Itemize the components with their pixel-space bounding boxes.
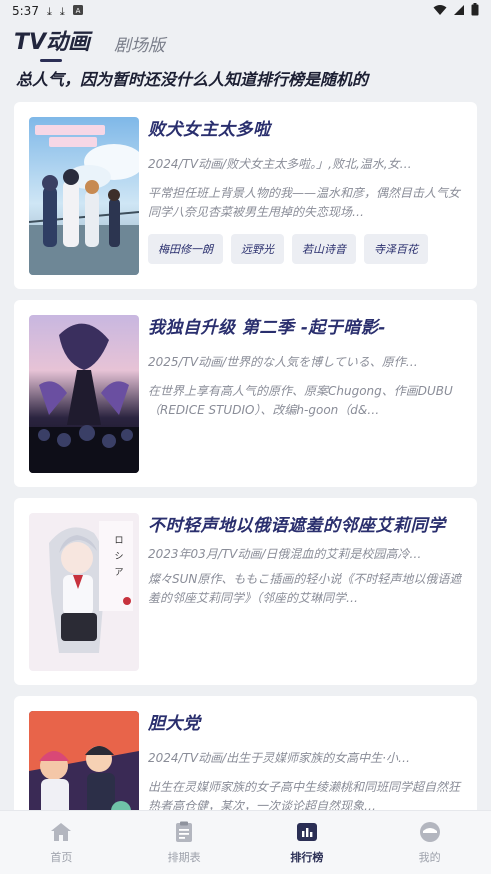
ranking-notice: 总人气，因为暂时还没什么人知道排行榜是随机的 bbox=[16, 70, 369, 89]
nav-ranking[interactable]: 排行榜 bbox=[246, 811, 369, 874]
cast-chip[interactable]: 梅田修一朗 bbox=[148, 234, 223, 264]
tab-label: TV动画 bbox=[14, 30, 91, 55]
anime-card[interactable]: 败犬女主太多啦 2024/TV动画/败犬女主太多啦。」,败北,温水,女… 平常担… bbox=[14, 102, 477, 289]
cast-chip[interactable]: 若山诗音 bbox=[292, 234, 356, 264]
anime-meta: 2024/TV动画/败犬女主太多啦。」,败北,温水,女… bbox=[148, 157, 412, 171]
status-bar: 5:37 ⤓ ⤓ A bbox=[0, 0, 491, 22]
svg-text:ア: ア bbox=[114, 568, 123, 578]
svg-text:A: A bbox=[75, 7, 80, 15]
cast-chip[interactable]: 远野光 bbox=[231, 234, 284, 264]
svg-text:シ: シ bbox=[114, 552, 123, 562]
bottom-navigation: 首页 排期表 排行榜 我的 bbox=[0, 810, 491, 874]
card-info: 败犬女主太多啦 2024/TV动画/败犬女主太多啦。」,败北,温水,女… 平常担… bbox=[148, 117, 462, 274]
tab-tv-anime[interactable]: TV动画 bbox=[14, 24, 90, 62]
nav-label: 首页 bbox=[50, 851, 73, 864]
cast-chip[interactable]: 寺泽百花 bbox=[364, 234, 428, 264]
anime-meta: 2023年03月/TV动画/日俄混血的艾莉是校园高冷… bbox=[148, 547, 422, 561]
anime-meta: 2024/TV动画/出生于灵媒师家族的女高中生·小… bbox=[148, 751, 410, 765]
download-icon: ⤓ bbox=[46, 4, 52, 18]
anime-description: 在世界上享有高人气的原作、原案Chugong、作画DUBU（REDICE STU… bbox=[148, 384, 453, 417]
nav-profile[interactable]: 我的 bbox=[368, 811, 491, 874]
anime-description: 平常担任班上背景人物的我——温水和彦，偶然目击人气女同学八奈见杏菜被男生甩掉的失… bbox=[148, 186, 461, 219]
anime-card[interactable]: 我独自升级 第二季 -起于暗影- 2025/TV动画/世界的な人気を博している、… bbox=[14, 300, 477, 487]
nav-label: 我的 bbox=[418, 851, 441, 864]
ranking-list: 败犬女主太多啦 2024/TV动画/败犬女主太多啦。」,败北,温水,女… 平常担… bbox=[14, 102, 477, 874]
anime-title: 胆大党 bbox=[148, 714, 201, 734]
nav-home[interactable]: 首页 bbox=[0, 811, 123, 874]
tab-label: 剧场版 bbox=[114, 36, 166, 56]
anime-card[interactable]: ロ シ ア 不时轻声地以俄语遮羞的邻座艾莉同学 2023年03月/TV动画/日俄… bbox=[14, 498, 477, 685]
svg-text:ロ: ロ bbox=[114, 536, 123, 546]
signal-icon bbox=[453, 4, 465, 19]
card-info: 我独自升级 第二季 -起于暗影- 2025/TV动画/世界的な人気を博している、… bbox=[148, 315, 462, 472]
anime-title: 不时轻声地以俄语遮羞的邻座艾莉同学 bbox=[148, 516, 446, 536]
nav-label: 排行榜 bbox=[290, 851, 324, 864]
tab-indicator bbox=[40, 59, 62, 62]
schedule-icon bbox=[176, 821, 193, 842]
ranking-icon bbox=[296, 823, 317, 841]
anime-title: 败犬女主太多啦 bbox=[148, 120, 271, 140]
profile-icon bbox=[419, 822, 440, 842]
anime-meta: 2025/TV动画/世界的な人気を博している、原作… bbox=[148, 355, 418, 369]
card-info: 不时轻声地以俄语遮羞的邻座艾莉同学 2023年03月/TV动画/日俄混血的艾莉是… bbox=[148, 513, 462, 670]
status-time: 5:37 bbox=[12, 4, 39, 18]
cover-image bbox=[29, 117, 139, 275]
battery-icon bbox=[471, 3, 479, 19]
cast-chips: 梅田修一朗 远野光 若山诗音 寺泽百花 bbox=[148, 234, 462, 264]
download-icon: ⤓ bbox=[59, 4, 65, 18]
font-icon: A bbox=[72, 5, 83, 17]
nav-label: 排期表 bbox=[167, 851, 201, 864]
wifi-icon bbox=[433, 4, 447, 19]
home-icon bbox=[51, 823, 72, 841]
category-tabs: TV动画 剧场版 bbox=[0, 22, 491, 62]
anime-description: 燦々SUN原作、ももこ插画的轻小说《不时轻声地以俄语遮羞的邻座艾莉同学》（邻座的… bbox=[148, 572, 462, 605]
nav-schedule[interactable]: 排期表 bbox=[123, 811, 246, 874]
cover-image bbox=[29, 315, 139, 473]
tab-movie[interactable]: 剧场版 bbox=[114, 31, 165, 62]
anime-title: 我独自升级 第二季 -起于暗影- bbox=[148, 318, 386, 338]
cover-image: ロ シ ア bbox=[29, 513, 139, 671]
